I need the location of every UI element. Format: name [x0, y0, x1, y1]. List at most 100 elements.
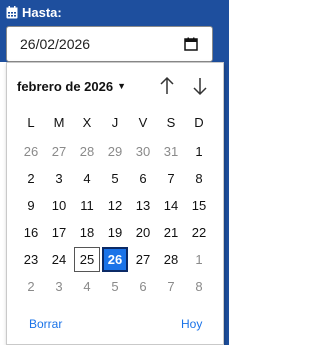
calendar-day-number[interactable]: 18 [80, 225, 94, 240]
month-year-selector[interactable]: febrero de 2026 ▼ [17, 77, 126, 95]
calendar-day[interactable]: 20 [129, 219, 157, 246]
calendar-day[interactable]: 18 [73, 219, 101, 246]
calendar-day-number[interactable]: 3 [55, 279, 62, 294]
date-input[interactable]: 26/02/2026 [6, 26, 213, 62]
calendar-day-number[interactable]: 2 [27, 171, 34, 186]
calendar-day-number[interactable]: 13 [136, 198, 150, 213]
calendar-day[interactable]: 23 [17, 246, 45, 273]
calendar-picker-icon[interactable] [184, 37, 198, 51]
calendar-day-number[interactable]: 10 [52, 198, 66, 213]
calendar-day[interactable]: 28 [73, 138, 101, 165]
calendar-day[interactable]: 31 [157, 138, 185, 165]
arrow-down-icon[interactable] [192, 76, 208, 96]
calendar-day[interactable]: 13 [129, 192, 157, 219]
calendar-day-number[interactable]: 19 [108, 225, 122, 240]
calendar-day-number[interactable]: 9 [27, 198, 34, 213]
calendar-day-number[interactable]: 8 [195, 171, 202, 186]
calendar-day-number[interactable]: 27 [52, 144, 66, 159]
calendar-day-number[interactable]: 5 [111, 171, 118, 186]
calendar-day-number[interactable]: 22 [192, 225, 206, 240]
calendar-day[interactable]: 27 [129, 246, 157, 273]
calendar-day[interactable]: 5 [101, 273, 129, 300]
arrow-up-icon[interactable] [159, 76, 175, 96]
calendar-day[interactable]: 24 [45, 246, 73, 273]
calendar-day[interactable]: 8 [185, 165, 213, 192]
previous-month-button[interactable] [158, 75, 176, 97]
calendar-day-number[interactable]: 16 [24, 225, 38, 240]
calendar-day-number[interactable]: 5 [111, 279, 118, 294]
calendar-day-number[interactable]: 21 [164, 225, 178, 240]
calendar-day[interactable]: 9 [17, 192, 45, 219]
calendar-day[interactable]: 26 [17, 138, 45, 165]
calendar-day-number[interactable]: 14 [164, 198, 178, 213]
calendar-day-number[interactable]: 17 [52, 225, 66, 240]
caret-down-icon[interactable]: ▼ [117, 81, 126, 91]
calendar-day-number[interactable]: 1 [195, 252, 202, 267]
calendar-day[interactable]: 3 [45, 165, 73, 192]
calendar-day-number[interactable]: 15 [192, 198, 206, 213]
calendar-day[interactable]: 1 [185, 246, 213, 273]
weekday-label: X [82, 115, 92, 130]
calendar-day-number[interactable]: 6 [139, 171, 146, 186]
calendar-day[interactable]: 29 [101, 138, 129, 165]
calendar-day-number[interactable]: 6 [139, 279, 146, 294]
calendar-day[interactable]: 3 [45, 273, 73, 300]
calendar-day-selected[interactable]: 26 [101, 246, 129, 273]
calendar-day[interactable]: 11 [73, 192, 101, 219]
calendar-day-number[interactable]: 1 [195, 144, 202, 159]
calendar-day[interactable]: 14 [157, 192, 185, 219]
calendar-day[interactable]: 2 [17, 165, 45, 192]
calendar-day-number[interactable]: 26 [24, 144, 38, 159]
calendar-day[interactable]: 2 [17, 273, 45, 300]
background-strip [224, 62, 229, 345]
weekday-label: S [166, 115, 176, 130]
calendar-day[interactable]: 21 [157, 219, 185, 246]
calendar-day[interactable]: 5 [101, 165, 129, 192]
calendar-day-number[interactable]: 23 [24, 252, 38, 267]
calendar-day[interactable]: 19 [101, 219, 129, 246]
calendar-day[interactable]: 28 [157, 246, 185, 273]
calendar-day-number[interactable]: 7 [167, 171, 174, 186]
calendar-day-number[interactable]: 7 [167, 279, 174, 294]
clear-button[interactable]: Borrar [29, 317, 62, 331]
calendar-day-number[interactable]: 27 [136, 252, 150, 267]
calendar-day[interactable]: 4 [73, 165, 101, 192]
calendar-day-number[interactable]: 24 [52, 252, 66, 267]
calendar-day-number[interactable]: 26 [108, 252, 122, 267]
calendar-day[interactable]: 22 [185, 219, 213, 246]
calendar-day-number[interactable]: 8 [195, 279, 202, 294]
calendar-day-number[interactable]: 4 [83, 279, 90, 294]
calendar-day-today[interactable]: 25 [73, 246, 101, 273]
calendar-day[interactable]: 7 [157, 165, 185, 192]
calendar-day[interactable]: 4 [73, 273, 101, 300]
calendar-day[interactable]: 12 [101, 192, 129, 219]
calendar-day-number[interactable]: 30 [136, 144, 150, 159]
calendar-day[interactable]: 16 [17, 219, 45, 246]
calendar-day[interactable]: 6 [129, 273, 157, 300]
calendar-day-number[interactable]: 28 [80, 144, 94, 159]
calendar-day-number[interactable]: 20 [136, 225, 150, 240]
calendar-day-number[interactable]: 3 [55, 171, 62, 186]
calendar-day-number[interactable]: 31 [164, 144, 178, 159]
calendar-icon [6, 5, 18, 19]
calendar-day[interactable]: 10 [45, 192, 73, 219]
calendar-day-number[interactable]: 12 [108, 198, 122, 213]
calendar-day-number[interactable]: 29 [108, 144, 122, 159]
calendar-day[interactable]: 7 [157, 273, 185, 300]
today-button[interactable]: Hoy [181, 317, 202, 331]
calendar-day[interactable]: 6 [129, 165, 157, 192]
calendar-day[interactable]: 30 [129, 138, 157, 165]
calendar-day[interactable]: 15 [185, 192, 213, 219]
calendar-day[interactable]: 17 [45, 219, 73, 246]
calendar-day-number[interactable]: 25 [80, 252, 94, 267]
calendar-day-number[interactable]: 28 [164, 252, 178, 267]
month-year-label[interactable]: febrero de 2026 [17, 79, 113, 94]
calendar-day[interactable]: 8 [185, 273, 213, 300]
calendar-day-number[interactable]: 4 [83, 171, 90, 186]
calendar-day-number[interactable]: 11 [80, 198, 94, 213]
date-input-value[interactable]: 26/02/2026 [20, 36, 90, 52]
next-month-button[interactable] [191, 75, 209, 97]
calendar-day[interactable]: 1 [185, 138, 213, 165]
calendar-day[interactable]: 27 [45, 138, 73, 165]
calendar-day-number[interactable]: 2 [27, 279, 34, 294]
